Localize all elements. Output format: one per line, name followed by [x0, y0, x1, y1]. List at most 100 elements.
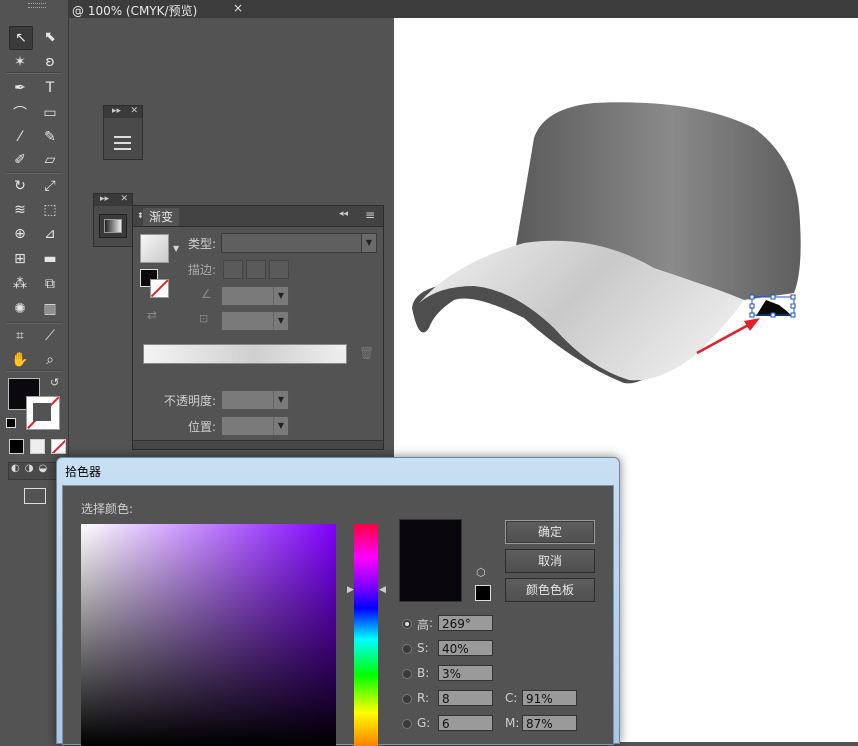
toolbox-separator — [6, 172, 62, 174]
gradient-tab[interactable]: 渐变 — [143, 208, 180, 226]
gradient-tool[interactable]: ▬ — [39, 248, 61, 270]
gradient-mode-icon[interactable] — [30, 439, 45, 454]
type-label: 类型: — [188, 237, 217, 251]
shape-builder-tool[interactable]: ⊕ — [9, 223, 31, 245]
magenta-field[interactable]: 87% — [522, 715, 577, 731]
color-mode-icon[interactable] — [9, 439, 24, 454]
color-picker-dialog: 拾色器 选择颜色: ▶ ◀ ⬡ 确定 取消 颜色色板 高 : 269° S: 4… — [56, 457, 620, 746]
scale-tool[interactable]: ⤢ — [39, 175, 61, 197]
pencil-tool[interactable]: ✎ — [39, 126, 61, 148]
gradient-preset-dropdown-icon[interactable]: ▼ — [173, 244, 179, 253]
cyan-label: C: — [505, 691, 518, 705]
panel-header[interactable]: ▸▸ ✕ — [94, 194, 132, 206]
angle-dropdown[interactable]: ▼ — [221, 286, 289, 306]
gradient-panel-header: ⬍ 渐变 ◂◂ ≡ — [133, 206, 383, 227]
green-field[interactable]: 6 — [438, 715, 493, 731]
color-picker-title: 拾色器 — [65, 465, 102, 479]
panel-menu-icon[interactable]: ≡ — [365, 208, 375, 222]
hue-colon: : — [429, 616, 434, 630]
toolbox-separator — [6, 322, 62, 324]
out-of-gamut-icon[interactable]: ⬡ — [476, 566, 486, 579]
toolbox-grip[interactable] — [28, 3, 46, 8]
brightness-radio[interactable] — [402, 669, 412, 679]
eyedropper-tool[interactable]: ⁂ — [9, 273, 31, 295]
red-field[interactable]: 8 — [438, 690, 493, 706]
hue-slider[interactable] — [354, 524, 378, 746]
perspective-grid-tool[interactable]: ⊿ — [39, 223, 61, 245]
color-swatches-button[interactable]: 颜色色板 — [505, 578, 595, 602]
web-safe-color-swatch[interactable] — [475, 585, 491, 601]
hue-field[interactable]: 269° — [438, 615, 493, 631]
column-graph-tool[interactable]: ▥ — [39, 298, 61, 320]
close-tab-icon[interactable]: × — [233, 1, 243, 15]
magenta-label: M: — [505, 716, 520, 730]
hue-slider-left-arrow[interactable]: ▶ — [347, 585, 354, 595]
delete-stop-icon[interactable]: 🗑 — [359, 346, 374, 360]
arc-tool[interactable]: ⌒ — [9, 102, 31, 124]
green-radio[interactable] — [402, 719, 412, 729]
default-colors-icon[interactable] — [6, 418, 16, 428]
paintbrush-tool[interactable]: ⁄ — [9, 126, 31, 148]
opacity-dropdown[interactable]: ▼ — [221, 390, 289, 410]
gradient-panel: ⬍ 渐变 ◂◂ ≡ ▼ ⇄ 类型: ▼ 描边: ∠ ▼ ⊡ ▼ 🗑 不透明度: … — [132, 205, 384, 450]
stroke-within-icon[interactable] — [223, 260, 243, 279]
none-mode-icon[interactable] — [51, 439, 66, 454]
eraser-tool[interactable]: ▱ — [39, 149, 61, 171]
direct-selection-tool[interactable]: ⬉ — [39, 26, 61, 48]
lasso-tool[interactable]: ʚ — [39, 51, 61, 73]
red-label: R: — [417, 691, 430, 705]
saturation-field[interactable]: 40% — [438, 640, 493, 656]
color-picker-body: 选择颜色: ▶ ◀ ⬡ 确定 取消 颜色色板 高 : 269° S: 40% B… — [62, 485, 614, 746]
select-color-label: 选择颜色: — [81, 502, 134, 516]
reverse-gradient-icon[interactable]: ⇄ — [147, 308, 157, 322]
pen-tool[interactable]: ✒ — [9, 77, 31, 99]
red-radio[interactable] — [402, 694, 412, 704]
panel-bottom-grip[interactable] — [133, 440, 383, 449]
blob-brush-tool[interactable]: ✐ — [9, 149, 31, 171]
zoom-tool[interactable]: ⌕ — [39, 349, 61, 371]
brightness-label: B: — [417, 666, 430, 680]
brightness-field[interactable]: 3% — [438, 665, 493, 681]
collapsed-panel-menu: ▸▸ ✕ — [103, 105, 143, 160]
blend-tool[interactable]: ⧉ — [39, 273, 61, 295]
ok-button[interactable]: 确定 — [505, 520, 595, 544]
color-field[interactable] — [81, 524, 336, 746]
magic-wand-tool[interactable]: ✶ — [9, 51, 31, 73]
stroke-label: 描边: — [188, 263, 217, 277]
free-transform-tool[interactable]: ⬚ — [39, 199, 61, 221]
artboard-tool[interactable]: ⌗ — [9, 325, 31, 347]
gradient-slider-bar[interactable] — [143, 344, 347, 364]
rectangle-tool[interactable]: ▭ — [39, 102, 61, 124]
gradient-dock-icon[interactable] — [99, 214, 127, 238]
rotate-tool[interactable]: ↻ — [9, 175, 31, 197]
symbol-sprayer-tool[interactable]: ✺ — [9, 298, 31, 320]
stroke-across-icon[interactable] — [269, 260, 289, 279]
hue-slider-right-arrow[interactable]: ◀ — [379, 585, 386, 595]
screen-mode-icon[interactable] — [24, 488, 46, 504]
stroke-swatch[interactable] — [26, 396, 60, 430]
selection-tool[interactable]: ↖ — [9, 26, 33, 50]
slice-tool[interactable]: ⟋ — [39, 325, 61, 347]
cyan-field[interactable]: 91% — [522, 690, 577, 706]
red-arrow-head — [744, 318, 760, 331]
type-tool[interactable]: T — [39, 77, 61, 99]
stroke-along-icon[interactable] — [246, 260, 266, 279]
hand-tool[interactable]: ✋ — [9, 349, 31, 371]
collapse-icon[interactable]: ◂◂ — [339, 209, 348, 219]
hue-radio[interactable] — [402, 619, 412, 629]
saturation-radio[interactable] — [402, 644, 412, 654]
mesh-tool[interactable]: ⊞ — [9, 248, 31, 270]
warp-tool[interactable]: ≋ — [9, 199, 31, 221]
type-dropdown[interactable]: ▼ — [221, 233, 377, 253]
aspect-ratio-dropdown[interactable]: ▼ — [221, 311, 289, 331]
location-dropdown[interactable]: ▼ — [221, 416, 289, 436]
aspect-ratio-icon: ⊡ — [199, 312, 209, 325]
panel-header[interactable]: ▸▸ ✕ — [104, 106, 142, 118]
gradient-preview-swatch[interactable] — [140, 234, 169, 263]
cancel-button[interactable]: 取消 — [505, 549, 595, 573]
document-tab-title[interactable]: @ 100% (CMYK/预览) — [72, 2, 197, 19]
hamburger-icon[interactable] — [114, 136, 131, 150]
location-label: 位置: — [188, 420, 217, 434]
gradient-stroke-swatch[interactable] — [150, 279, 169, 298]
swap-fill-stroke-icon[interactable]: ↺ — [50, 376, 59, 389]
